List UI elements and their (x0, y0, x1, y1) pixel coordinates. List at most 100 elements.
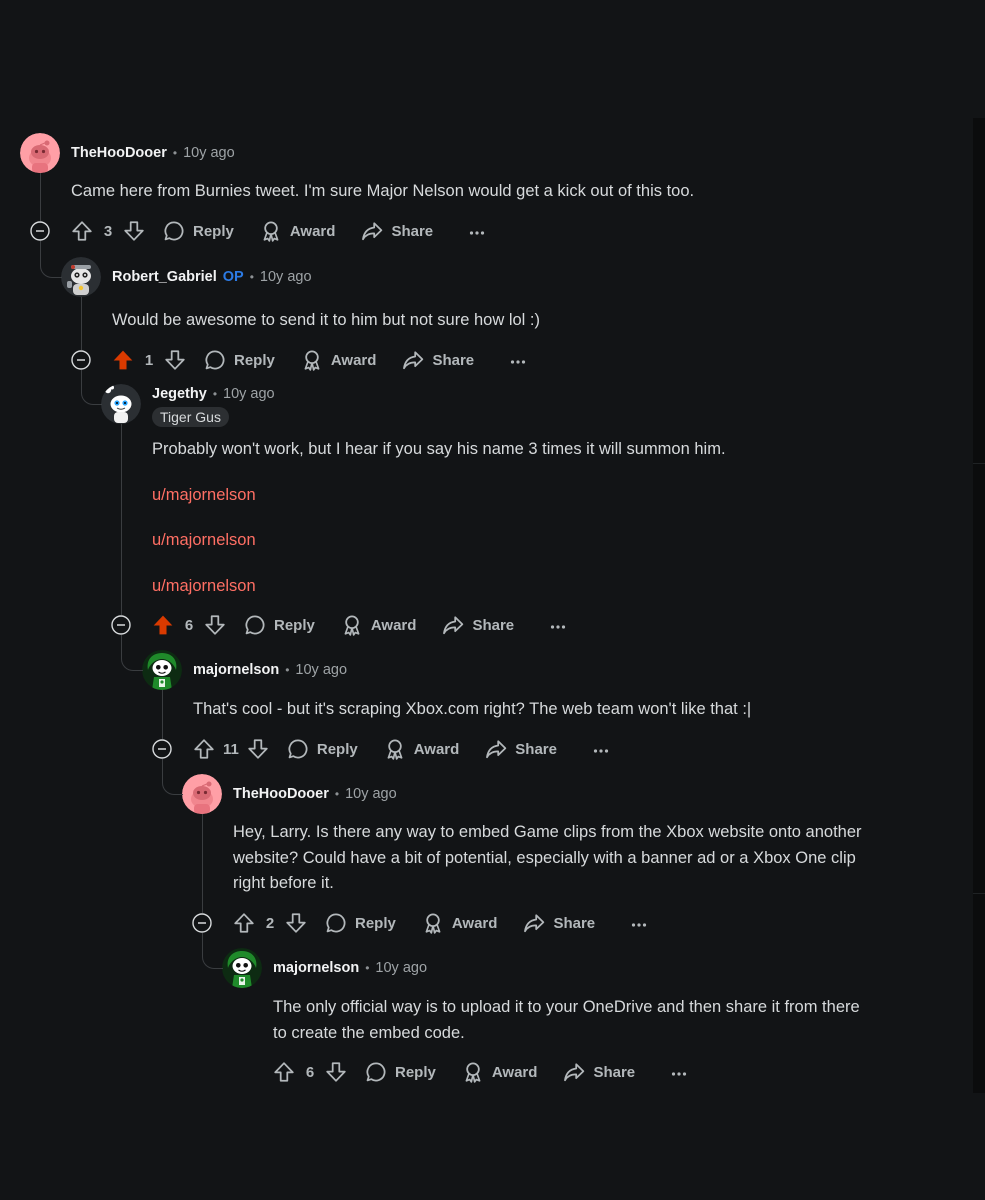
thread-elbow (81, 370, 102, 405)
upvote-button[interactable] (71, 220, 93, 242)
chat-bubble-icon (365, 1061, 387, 1083)
timestamp[interactable]: 10y ago (375, 960, 427, 976)
arrow-up-icon (72, 221, 92, 241)
timestamp[interactable]: 10y ago (295, 662, 347, 678)
share-arrow-icon (563, 1061, 585, 1083)
share-button[interactable]: Share (361, 220, 433, 242)
award-button[interactable]: Award (301, 349, 376, 371)
timestamp[interactable]: 10y ago (223, 386, 275, 402)
upvote-button[interactable] (233, 912, 255, 934)
share-button[interactable]: Share (402, 349, 474, 371)
reply-label: Reply (193, 222, 234, 240)
collapse-thread-button[interactable] (30, 221, 50, 241)
comment-meta: majornelson • 10y ago (273, 958, 427, 978)
minus-circle-icon (71, 350, 91, 370)
comment-body: That's cool - but it's scraping Xbox.com… (193, 697, 751, 723)
avatar[interactable] (61, 257, 101, 297)
timestamp[interactable]: 10y ago (183, 145, 235, 161)
scrollbar[interactable] (973, 118, 985, 1093)
reply-button[interactable]: Reply (365, 1061, 436, 1083)
arrow-down-icon (248, 739, 268, 759)
downvote-button[interactable] (164, 349, 186, 371)
username[interactable]: TheHooDooer (71, 145, 167, 161)
action-bar: 1 Reply Award Share (112, 345, 526, 375)
arrow-down-icon (165, 350, 185, 370)
timestamp[interactable]: 10y ago (345, 786, 397, 802)
reply-button[interactable]: Reply (244, 614, 315, 636)
upvote-button[interactable] (193, 738, 215, 760)
arrow-down-icon (124, 221, 144, 241)
award-button[interactable]: Award (422, 912, 497, 934)
award-button[interactable]: Award (260, 220, 335, 242)
chat-bubble-icon (244, 614, 266, 636)
chat-bubble-icon (325, 912, 347, 934)
username[interactable]: TheHooDooer (233, 786, 329, 802)
user-mention-link[interactable]: u/majornelson (152, 483, 256, 509)
collapse-thread-button[interactable] (71, 350, 91, 370)
upvote-button[interactable] (112, 349, 134, 371)
separator-dot: • (285, 663, 290, 677)
share-button[interactable]: Share (523, 912, 595, 934)
share-label: Share (515, 740, 557, 758)
more-horizontal-icon (550, 617, 566, 634)
avatar[interactable] (142, 650, 182, 690)
award-button[interactable]: Award (462, 1061, 538, 1083)
user-mention-link[interactable]: u/majornelson (152, 528, 256, 554)
reply-button[interactable]: Reply (325, 912, 396, 934)
downvote-button[interactable] (247, 738, 269, 760)
username[interactable]: Robert_Gabriel (112, 269, 217, 285)
vote-count: 11 (223, 740, 239, 758)
more-options-button[interactable] (510, 352, 526, 369)
award-ribbon-icon (384, 738, 406, 760)
more-options-button[interactable] (671, 1064, 687, 1081)
more-options-button[interactable] (550, 617, 566, 634)
collapse-thread-button[interactable] (111, 615, 131, 635)
reply-button[interactable]: Reply (287, 738, 358, 760)
downvote-button[interactable] (204, 614, 226, 636)
downvote-button[interactable] (285, 912, 307, 934)
award-label: Award (491, 1063, 538, 1081)
comment-line: website? Could have a bit of potential, … (233, 848, 856, 867)
timestamp[interactable]: 10y ago (260, 269, 312, 285)
comment-line: Hey, Larry. Is there any way to embed Ga… (233, 823, 862, 841)
award-label: Award (370, 616, 417, 634)
share-button[interactable]: Share (563, 1061, 635, 1083)
share-button[interactable]: Share (442, 614, 514, 636)
collapse-thread-button[interactable] (152, 739, 172, 759)
avatar[interactable] (182, 774, 222, 814)
more-options-button[interactable] (631, 915, 647, 932)
username[interactable]: Jegethy (152, 386, 207, 402)
arrow-up-icon (113, 350, 133, 370)
downvote-button[interactable] (123, 220, 145, 242)
comment-body: Probably won't work, but I hear if you s… (152, 437, 726, 463)
reply-button[interactable]: Reply (163, 220, 234, 242)
comment-meta: TheHooDooer • 10y ago (233, 784, 397, 804)
comment-body: Would be awesome to send it to him but n… (112, 308, 540, 334)
comment-body: Hey, Larry. Is there any way to embed Ga… (233, 820, 862, 897)
thread-elbow (162, 759, 183, 795)
comment-body: The only official way is to upload it to… (273, 995, 860, 1046)
more-options-button[interactable] (593, 741, 609, 758)
share-button[interactable]: Share (485, 738, 557, 760)
chat-bubble-icon (204, 349, 226, 371)
collapse-thread-button[interactable] (192, 913, 212, 933)
downvote-button[interactable] (325, 1061, 347, 1083)
reply-button[interactable]: Reply (204, 349, 275, 371)
more-options-button[interactable] (469, 223, 485, 240)
comment-meta: Jegethy • 10y ago (152, 384, 275, 404)
avatar[interactable] (101, 384, 141, 424)
user-mention-link[interactable]: u/majornelson (152, 574, 256, 600)
upvote-button[interactable] (273, 1061, 295, 1083)
vote-count: 6 (305, 1063, 315, 1081)
award-button[interactable]: Award (341, 614, 417, 636)
comment-line: Would be awesome to send it to him but n… (112, 311, 541, 329)
user-flair: Tiger Gus (152, 407, 229, 427)
share-label: Share (553, 914, 596, 932)
username[interactable]: majornelson (193, 662, 279, 678)
avatar[interactable] (222, 948, 262, 988)
reply-label: Reply (316, 740, 358, 758)
award-button[interactable]: Award (384, 738, 459, 760)
upvote-button[interactable] (152, 614, 174, 636)
avatar[interactable] (20, 133, 60, 173)
username[interactable]: majornelson (273, 960, 359, 976)
